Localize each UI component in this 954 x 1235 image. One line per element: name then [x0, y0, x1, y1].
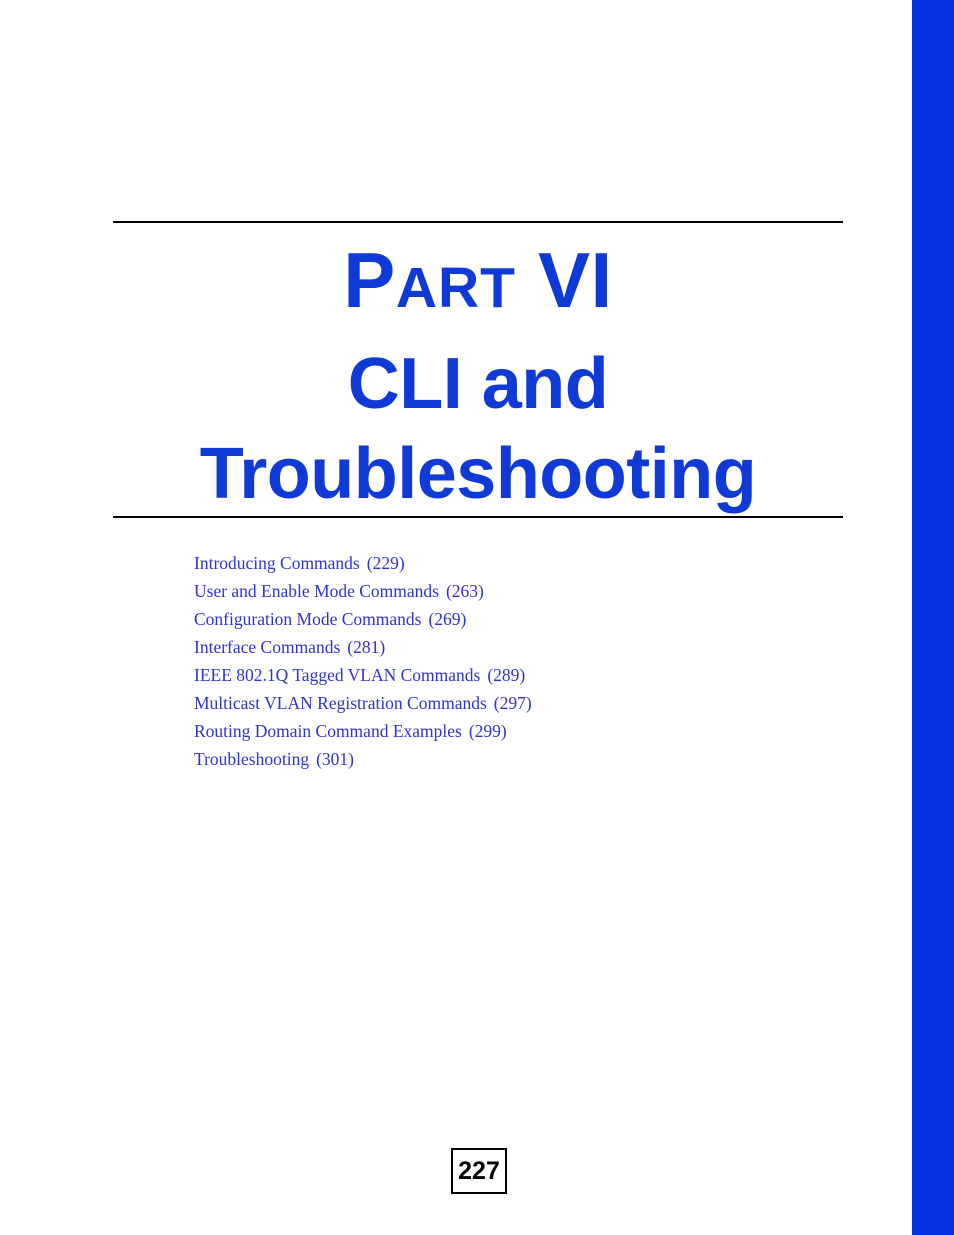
part-word: PART: [343, 236, 516, 324]
page-number-box: 227: [451, 1148, 507, 1194]
toc-entry-label: Interface Commands: [194, 637, 341, 657]
toc-entry-label: User and Enable Mode Commands: [194, 581, 439, 601]
part-title-block: PART VI CLI and Troubleshooting: [113, 221, 843, 518]
part-title-inner: PART VI CLI and Troubleshooting: [113, 223, 843, 518]
part-title-line-1: CLI and: [347, 344, 609, 424]
list-item[interactable]: Routing Domain Command Examples (299): [194, 717, 834, 745]
part-heading: PART VI: [113, 235, 843, 327]
list-item[interactable]: User and Enable Mode Commands (263): [194, 577, 834, 605]
page-canvas: PART VI CLI and Troubleshooting Introduci…: [0, 0, 912, 1235]
list-item[interactable]: Introducing Commands (229): [194, 549, 834, 577]
list-item[interactable]: Troubleshooting (301): [194, 745, 834, 773]
toc-entry-page: (263): [445, 581, 484, 601]
toc-entry-page: (269): [428, 609, 467, 629]
edge-color-band: [912, 0, 954, 1235]
list-item[interactable]: Multicast VLAN Registration Commands (297…: [194, 689, 834, 717]
toc-entry-page: (299): [468, 721, 507, 741]
toc-entry-label: Multicast VLAN Registration Commands: [194, 693, 487, 713]
toc-entry-label: Troubleshooting: [194, 749, 310, 769]
list-item[interactable]: Interface Commands (281): [194, 633, 834, 661]
toc-entry-page: (297): [493, 693, 532, 713]
list-item[interactable]: IEEE 802.1Q Tagged VLAN Commands (289): [194, 661, 834, 689]
toc-entry-page: (289): [487, 665, 526, 685]
part-word-smallcaps: ART: [395, 256, 516, 320]
part-number: VI: [537, 236, 613, 324]
rule-below-title: [113, 516, 843, 518]
toc-entry-label: Routing Domain Command Examples: [194, 721, 462, 741]
list-item[interactable]: Configuration Mode Commands (269): [194, 605, 834, 633]
part-word-initial: P: [343, 236, 396, 324]
page-number: 227: [458, 1156, 500, 1185]
toc-entry-page: (229): [366, 553, 405, 573]
toc-entry-label: Introducing Commands: [194, 553, 360, 573]
toc-entry-page: (281): [347, 637, 386, 657]
toc-entry-label: IEEE 802.1Q Tagged VLAN Commands: [194, 665, 481, 685]
part-contents-list: Introducing Commands (229) User and Enabl…: [194, 549, 834, 773]
toc-entry-label: Configuration Mode Commands: [194, 609, 422, 629]
toc-entry-page: (301): [316, 749, 354, 769]
part-title-line-2: Troubleshooting: [199, 434, 757, 514]
